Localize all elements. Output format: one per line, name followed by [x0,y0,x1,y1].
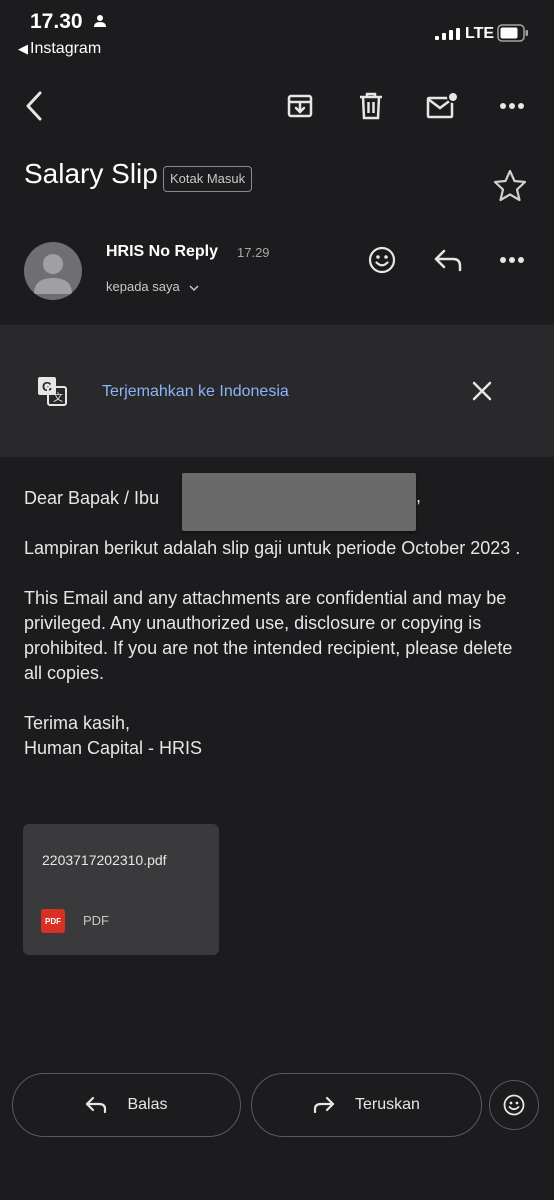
subject-row: Salary Slip Kotak Masuk [0,150,554,210]
sent-time: 17.29 [237,245,270,260]
sender-row: HRIS No Reply 17.29 kepada saya [0,232,554,312]
battery-icon [497,24,528,42]
back-to-app-link[interactable]: ◀ Instagram [18,40,101,58]
redacted-name-block [182,473,416,531]
home-indicator-area [0,1170,554,1200]
delete-button[interactable] [351,86,391,126]
person-icon [94,15,106,27]
translate-icon: G 文 [38,377,67,406]
chevron-down-icon [189,285,199,291]
email-subject: Salary Slip [24,158,158,189]
back-app-label: Instagram [30,40,102,57]
avatar[interactable] [24,242,82,300]
sender-more-button[interactable] [492,240,532,280]
mark-unread-button[interactable] [422,86,462,126]
more-icon [500,257,524,263]
emoji-icon [503,1094,525,1116]
inbox-label-chip[interactable]: Kotak Masuk [163,166,253,192]
back-arrow-icon [26,91,42,121]
forward-label: Teruskan [355,1096,420,1113]
status-time: 17.30 [30,10,83,33]
network-type: LTE [465,25,495,42]
attachment-filename: 2203717202310.pdf [42,852,167,868]
archive-button[interactable] [280,86,320,126]
email-toolbar [0,80,554,136]
emoji-icon [368,246,396,274]
svg-text:文: 文 [53,391,63,404]
reply-label: Balas [127,1096,168,1113]
reply-icon [86,1096,107,1114]
reply-icon [434,249,462,272]
body-paragraph-1: Lampiran berikut adalah slip gaji untuk … [24,538,521,558]
closing-line-2: Human Capital - HRIS [24,738,203,758]
body-closing: Terima kasih, Human Capital - HRIS [24,711,534,761]
forward-icon [313,1096,335,1114]
attachment-type: PDF [83,913,109,928]
add-reaction-button[interactable] [362,240,402,280]
attachment-card[interactable]: 2203717202310.pdf PDF PDF [23,824,219,955]
body-paragraph-2: This Email and any attachments are confi… [24,588,513,683]
archive-icon [287,94,313,118]
star-icon[interactable] [490,166,530,206]
sender-name[interactable]: HRIS No Reply [106,243,218,261]
more-icon [500,103,524,109]
reply-button[interactable] [428,240,468,280]
recipient-label: kepada saya [106,279,180,294]
status-bar: 17.30 ◀ Instagram LTE [0,0,554,66]
more-options-button[interactable] [492,86,532,126]
greeting-comma: , [416,486,422,506]
translate-link[interactable]: Terjemahkan ke Indonesia [102,383,289,401]
reply-pill-button[interactable]: Balas [12,1073,241,1137]
forward-pill-button[interactable]: Teruskan [251,1073,482,1137]
recipient-details-toggle[interactable]: kepada saya [106,279,199,294]
bottom-action-bar: Balas Teruskan [0,1073,554,1139]
translate-banner: G 文 Terjemahkan ke Indonesia [0,325,554,457]
signal-icon [435,28,460,40]
default-avatar-icon [34,254,72,294]
closing-line-1: Terima kasih, [24,713,131,733]
close-icon[interactable] [466,375,498,407]
pdf-file-icon: PDF [41,909,65,933]
react-emoji-button[interactable] [489,1080,539,1130]
mark-unread-icon [426,91,458,119]
trash-icon [360,92,382,120]
back-triangle-icon: ◀ [18,41,28,56]
back-button[interactable] [14,86,54,126]
pdf-badge-label: PDF [45,916,61,926]
